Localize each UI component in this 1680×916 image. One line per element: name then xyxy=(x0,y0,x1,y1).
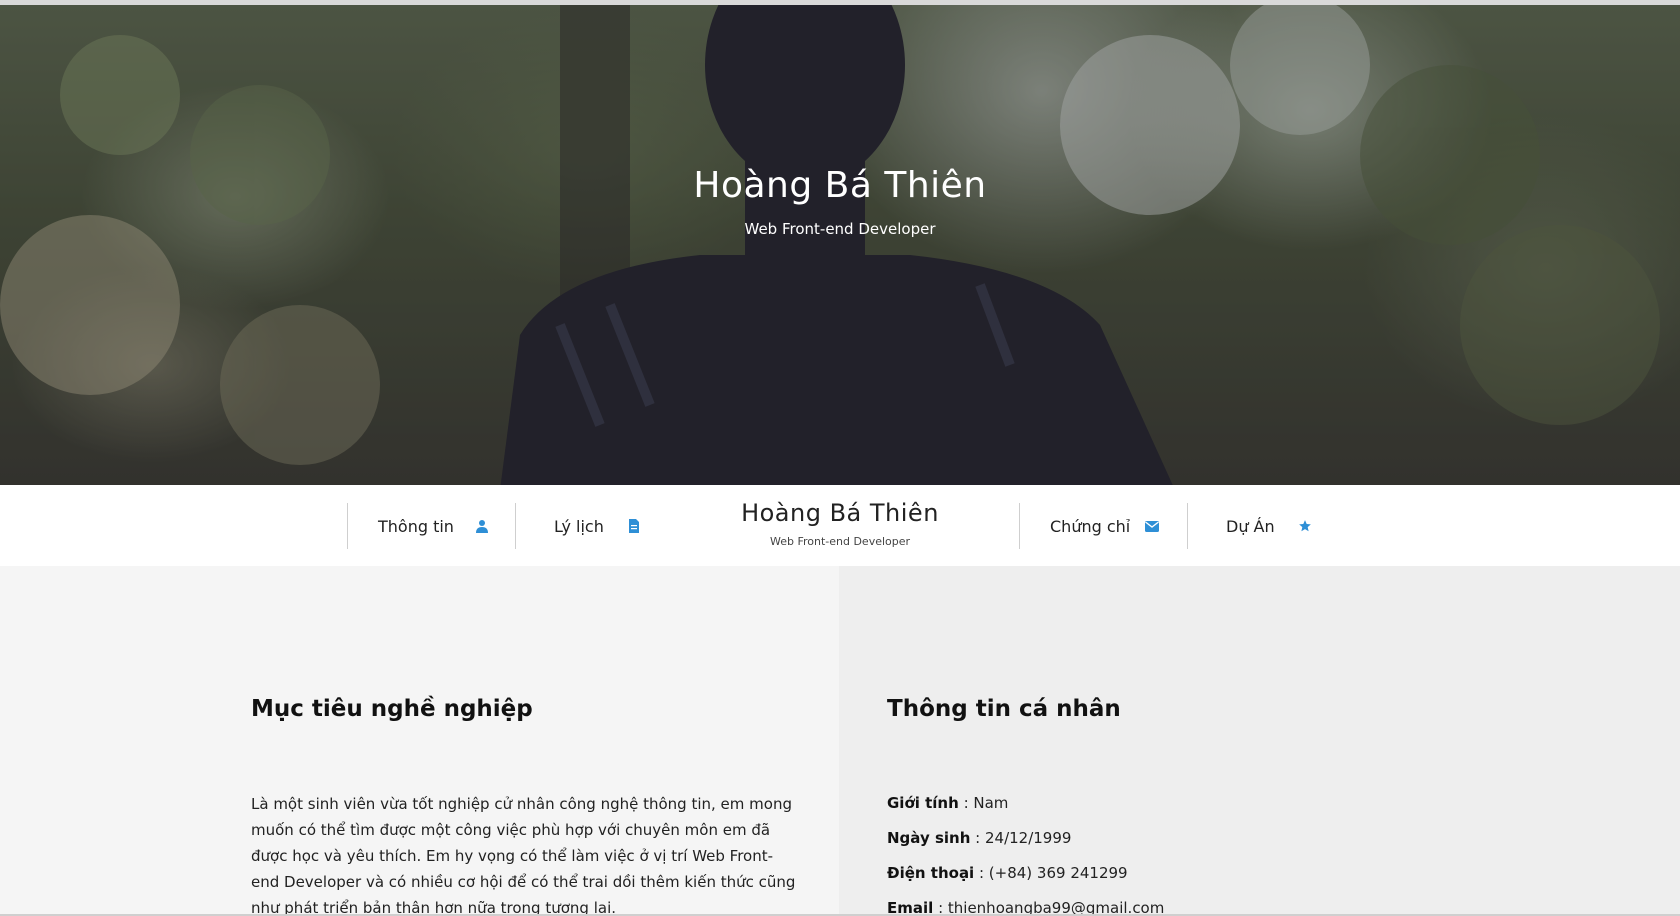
career-objective-section: Mục tiêu nghề nghiệp Là một sinh viên vừ… xyxy=(0,566,839,916)
info-value: 24/12/1999 xyxy=(984,829,1072,847)
nav-item-du-an[interactable]: Dự Án xyxy=(1187,503,1313,549)
star-icon xyxy=(1297,518,1313,534)
info-row-gender: Giới tính : Nam xyxy=(887,794,1009,812)
hero-overlay xyxy=(0,5,1680,485)
nav-item-label: Chứng chỉ xyxy=(1050,516,1131,536)
info-key: Giới tính xyxy=(887,794,959,812)
page: Hoàng Bá Thiên Web Front-end Developer T… xyxy=(0,0,1680,916)
hero-title: Hoàng Bá Thiên xyxy=(693,165,987,206)
nav-brand[interactable]: Hoàng Bá Thiên Web Front-end Developer xyxy=(640,499,1040,548)
info-key: Ngày sinh xyxy=(887,829,971,847)
info-row-email: Email : thienhoangba99@gmail.com xyxy=(887,899,1165,916)
user-icon xyxy=(474,518,490,534)
main-nav: Thông tin Lý lịch Hoàng Bá Thiên Web Fro… xyxy=(0,485,1680,566)
nav-item-label: Thông tin xyxy=(378,516,454,536)
content-area: Mục tiêu nghề nghiệp Là một sinh viên vừ… xyxy=(0,566,1680,916)
personal-info-list: Giới tính : Nam Ngày sinh : 24/12/1999 Đ… xyxy=(887,790,1164,916)
envelope-icon xyxy=(1144,518,1160,534)
info-value: (+84) 369 241299 xyxy=(988,864,1128,882)
nav-brand-subtitle: Web Front-end Developer xyxy=(769,535,911,548)
career-objective-heading: Mục tiêu nghề nghiệp xyxy=(251,696,533,722)
nav-item-thong-tin[interactable]: Thông tin xyxy=(347,503,490,549)
personal-info-heading: Thông tin cá nhân xyxy=(887,696,1121,722)
info-key: Điện thoại xyxy=(887,864,975,882)
nav-item-chung-chi[interactable]: Chứng chỉ xyxy=(1019,503,1160,549)
nav-item-ly-lich[interactable]: Lý lịch xyxy=(515,503,642,549)
info-row-phone: Điện thoại : (+84) 369 241299 xyxy=(887,864,1128,882)
personal-info-section: Thông tin cá nhân Giới tính : Nam Ngày s… xyxy=(839,566,1680,916)
info-row-birthday: Ngày sinh : 24/12/1999 xyxy=(887,829,1072,847)
info-value: Nam xyxy=(973,794,1009,812)
nav-item-label: Dự Án xyxy=(1226,516,1275,536)
career-objective-text: Là một sinh viên vừa tốt nghiệp cử nhân … xyxy=(251,795,796,916)
nav-item-label: Lý lịch xyxy=(554,516,604,536)
hero-subtitle: Web Front-end Developer xyxy=(744,220,936,238)
nav-brand-name: Hoàng Bá Thiên xyxy=(741,499,939,527)
hero-banner: Hoàng Bá Thiên Web Front-end Developer xyxy=(0,0,1680,485)
